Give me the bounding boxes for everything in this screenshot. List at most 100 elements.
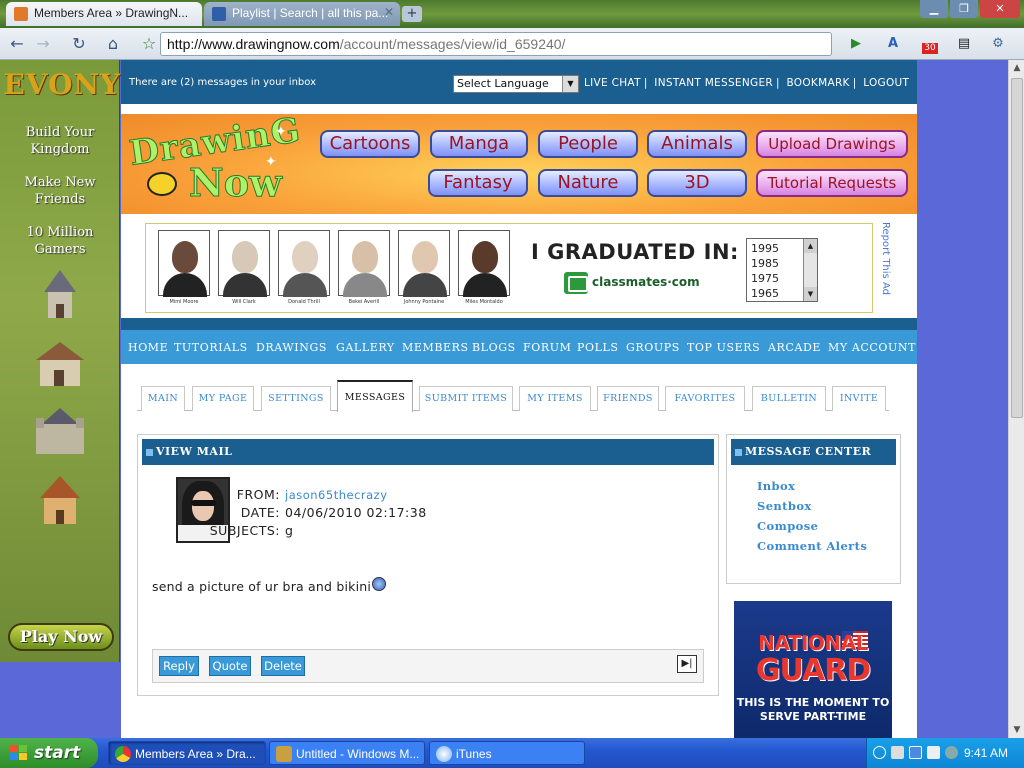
browser-tab-members-area[interactable]: Members Area » DrawingN... (6, 2, 202, 26)
start-button[interactable]: start (0, 738, 98, 768)
nav-blogs[interactable]: BLOGS (472, 341, 516, 354)
clock[interactable]: 9:41 AM (964, 746, 1008, 760)
classmates-ad[interactable]: Mimi Moore Will Clark Donald Thrill Beke… (145, 223, 873, 313)
tab-friends[interactable]: FRIENDS (597, 386, 659, 411)
category-manga-button[interactable]: Manga (430, 130, 528, 158)
category-animals-button[interactable]: Animals (647, 130, 747, 158)
inbox-link[interactable]: Inbox (757, 479, 795, 493)
page-menu-icon[interactable]: ▤ (952, 33, 976, 55)
tutorial-requests-button[interactable]: Tutorial Requests (756, 169, 908, 197)
scroll-up-arrow-icon[interactable]: ▲ (1009, 60, 1024, 76)
window-controls: ▁ ❐ ✕ (920, 0, 1020, 18)
home-icon[interactable]: ⌂ (102, 33, 124, 55)
date-label: DATE: (240, 505, 280, 520)
new-tab-button[interactable]: + (402, 6, 422, 22)
scroll-down-arrow-icon[interactable]: ▼ (804, 287, 817, 301)
close-tab-icon[interactable]: ✕ (384, 5, 394, 19)
back-arrow-icon[interactable]: ← (6, 33, 28, 55)
bluetooth-icon[interactable] (909, 746, 922, 759)
translate-icon[interactable]: A (882, 33, 904, 55)
inbox-notice[interactable]: There are (2) messages in your inbox (129, 77, 316, 88)
instant-messenger-link[interactable]: INSTANT MESSENGER (654, 77, 773, 89)
graduation-year-list[interactable]: 1995 1985 1975 1965 ▲ ▼ (746, 238, 818, 302)
close-window-icon[interactable]: ✕ (980, 0, 1020, 18)
evony-line: Make New Friends (24, 175, 96, 207)
nav-tutorials[interactable]: TUTORIALS (174, 341, 248, 354)
classmates-brand: classmates·com (592, 275, 700, 289)
tab-favorites[interactable]: FAVORITES (665, 386, 745, 411)
tab-messages[interactable]: MESSAGES (337, 380, 413, 412)
reply-button[interactable]: Reply (159, 656, 199, 676)
view-mail-panel: VIEW MAIL FROM: jason65thecrazy DATE: 04/0… (137, 434, 719, 696)
nav-forum[interactable]: FORUM (523, 341, 571, 354)
nav-top-users[interactable]: TOP USERS (687, 341, 760, 354)
tray-expand-icon[interactable] (873, 746, 886, 759)
address-bar[interactable]: http://www.drawingnow.com/account/messag… (160, 32, 832, 56)
sender-link[interactable]: jason65thecrazy (285, 488, 388, 502)
ad-line-guard: GUARD (755, 653, 871, 688)
tab-my-items[interactable]: MY ITEMS (519, 386, 591, 411)
bookmark-link[interactable]: BOOKMARK (786, 77, 849, 89)
nav-groups[interactable]: GROUPS (626, 341, 680, 354)
tab-settings[interactable]: SETTINGS (261, 386, 331, 411)
nav-my-account[interactable]: MY ACCOUNT (828, 341, 916, 354)
forward-arrow-icon[interactable]: → (32, 33, 54, 55)
subject-row: SUBJECTS: g (206, 523, 293, 538)
nav-home[interactable]: HOME (128, 341, 168, 354)
tab-main[interactable]: MAIN (141, 386, 185, 411)
taskbar-item-browser[interactable]: Members Area » Dra... (108, 741, 266, 765)
tab-invite[interactable]: INVITE (832, 386, 886, 411)
tab-my-page[interactable]: MY PAGE (192, 386, 254, 411)
category-fantasy-button[interactable]: Fantasy (428, 169, 528, 197)
nav-drawings[interactable]: DRAWINGS (256, 341, 327, 354)
nav-polls[interactable]: POLLS (577, 341, 619, 354)
play-now-button[interactable]: Play Now (8, 623, 114, 651)
play-icon[interactable]: ▶ (846, 33, 866, 55)
tab-bulletin[interactable]: BULLETIN (752, 386, 826, 411)
castle-icon (30, 402, 90, 462)
year-list-scrollbar[interactable]: ▲ ▼ (803, 239, 817, 301)
drawingnow-logo[interactable]: DrawinG Now ✦ ✦ (125, 110, 304, 210)
next-message-icon[interactable]: ▶| (677, 655, 697, 673)
national-guard-ad[interactable]: NATIONAL GUARD THIS IS THE MOMENT TO SER… (734, 601, 892, 738)
scroll-up-arrow-icon[interactable]: ▲ (804, 239, 817, 253)
bookmark-star-icon[interactable]: ☆ (138, 33, 160, 55)
volume-icon[interactable] (927, 746, 940, 759)
live-chat-link[interactable]: LIVE CHAT (584, 77, 641, 89)
wrench-icon[interactable]: ⚙ (986, 33, 1010, 55)
nav-members[interactable]: MEMBERS (402, 341, 469, 354)
category-cartoons-button[interactable]: Cartoons (320, 130, 420, 158)
taskbar-item-movie-maker[interactable]: Untitled - Windows M... (269, 741, 425, 765)
language-select[interactable]: Select Language ▼ (453, 75, 579, 93)
compose-link[interactable]: Compose (757, 519, 818, 533)
restore-icon[interactable]: ❐ (950, 0, 978, 18)
browser-tab-playlist[interactable]: Playlist | Search | all this pa... ✕ (204, 2, 400, 26)
sentbox-link[interactable]: Sentbox (757, 499, 812, 513)
page-scrollbar[interactable]: ▲ ▼ (1008, 60, 1024, 738)
tab-submit-items[interactable]: SUBMIT ITEMS (419, 386, 513, 411)
taskbar-item-itunes[interactable]: iTunes (429, 741, 585, 765)
yearbook-photo (218, 230, 270, 297)
comment-alerts-link[interactable]: Comment Alerts (757, 539, 867, 553)
ad-tagline: THIS IS THE MOMENT TO SERVE PART-TIME (736, 696, 890, 723)
nav-gallery[interactable]: GALLERY (336, 341, 395, 354)
category-nature-button[interactable]: Nature (538, 169, 638, 197)
evony-ad[interactable]: EVONY Build Your Kingdom Make New Friend… (0, 60, 120, 662)
url-host: http://www.drawingnow.com (167, 36, 340, 52)
minimize-icon[interactable]: ▁ (920, 0, 948, 18)
delete-button[interactable]: Delete (261, 656, 305, 676)
logout-link[interactable]: LOGOUT (863, 77, 909, 89)
calendar-extension-icon[interactable]: 30 (918, 33, 942, 55)
reload-icon[interactable]: ↻ (68, 33, 90, 55)
quote-button[interactable]: Quote (209, 656, 251, 676)
yearbook-photo (458, 230, 510, 297)
upload-drawings-button[interactable]: Upload Drawings (756, 130, 908, 158)
network-icon[interactable] (891, 746, 904, 759)
nav-arcade[interactable]: ARCADE (768, 341, 821, 354)
category-3d-button[interactable]: 3D (647, 169, 747, 197)
scroll-down-arrow-icon[interactable]: ▼ (1009, 722, 1024, 738)
security-icon[interactable] (945, 746, 958, 759)
report-ad-link[interactable]: Report This Ad (877, 222, 891, 314)
category-people-button[interactable]: People (538, 130, 638, 158)
scrollbar-thumb[interactable] (1011, 78, 1023, 418)
